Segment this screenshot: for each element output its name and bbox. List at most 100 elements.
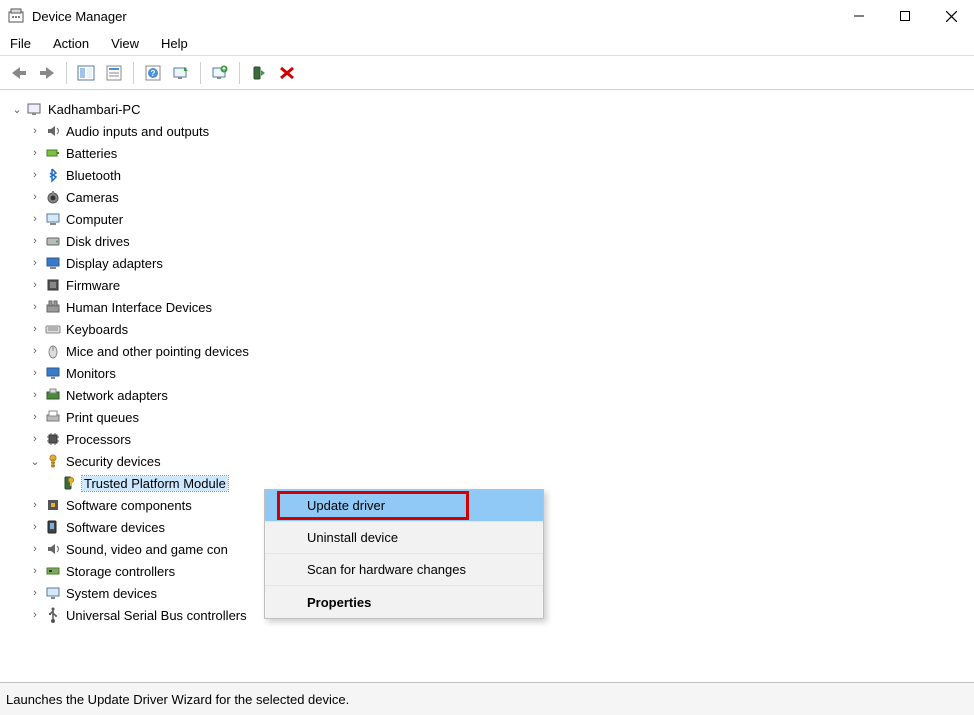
tree-category-label: Print queues <box>66 410 139 425</box>
expander-closed-icon[interactable]: › <box>28 168 42 182</box>
tree-category-label: Mice and other pointing devices <box>66 344 249 359</box>
software-devices-icon <box>44 518 62 536</box>
computer-icon <box>44 210 62 228</box>
tree-category-label: Sound, video and game con <box>66 542 228 557</box>
usb-icon <box>44 606 62 624</box>
scan-hardware-button[interactable] <box>168 60 194 86</box>
tree-category-label: Software devices <box>66 520 165 535</box>
tree-category-label: Human Interface Devices <box>66 300 212 315</box>
storage-controller-icon <box>44 562 62 580</box>
system-devices-icon <box>44 584 62 602</box>
expander-closed-icon[interactable]: › <box>28 388 42 402</box>
tree-category-label: Monitors <box>66 366 116 381</box>
uninstall-device-button[interactable] <box>274 60 300 86</box>
tree-category[interactable]: › Keyboards <box>28 318 974 340</box>
tree-category[interactable]: › Disk drives <box>28 230 974 252</box>
titlebar: Device Manager <box>0 0 974 32</box>
maximize-button[interactable] <box>882 0 928 32</box>
help-button[interactable]: ? <box>140 60 166 86</box>
print-queue-icon <box>44 408 62 426</box>
context-menu-properties[interactable]: Properties <box>265 586 543 618</box>
expander-closed-icon[interactable]: › <box>28 344 42 358</box>
bluetooth-icon <box>44 166 62 184</box>
tree-category[interactable]: › Processors <box>28 428 974 450</box>
expander-closed-icon[interactable]: › <box>28 498 42 512</box>
expander-closed-icon[interactable]: › <box>28 146 42 160</box>
tree-category-label: Storage controllers <box>66 564 175 579</box>
menu-file[interactable]: File <box>10 36 31 51</box>
forward-button[interactable] <box>34 60 60 86</box>
expander-closed-icon[interactable]: › <box>28 300 42 314</box>
expander-closed-icon[interactable]: › <box>28 520 42 534</box>
expander-closed-icon[interactable]: › <box>28 410 42 424</box>
tree-category-security[interactable]: ⌄ Security devices <box>28 450 974 472</box>
expander-closed-icon[interactable]: › <box>28 542 42 556</box>
tree-category[interactable]: › Firmware <box>28 274 974 296</box>
mouse-icon <box>44 342 62 360</box>
context-menu-uninstall-device[interactable]: Uninstall device <box>265 522 543 554</box>
expander-closed-icon[interactable]: › <box>28 432 42 446</box>
tree-device-label: Trusted Platform Module <box>82 476 228 491</box>
expander-closed-icon[interactable]: › <box>28 190 42 204</box>
expander-closed-icon[interactable]: › <box>28 608 42 622</box>
tree-category-label: Network adapters <box>66 388 168 403</box>
keyboard-icon <box>44 320 62 338</box>
expander-closed-icon[interactable]: › <box>28 322 42 336</box>
expander-open-icon[interactable]: ⌄ <box>28 454 42 468</box>
hid-icon <box>44 298 62 316</box>
tree-category[interactable]: › Print queues <box>28 406 974 428</box>
tree-category[interactable]: › Bluetooth <box>28 164 974 186</box>
statusbar: Launches the Update Driver Wizard for th… <box>0 683 974 715</box>
tree-category[interactable]: › Mice and other pointing devices <box>28 340 974 362</box>
firmware-icon <box>44 276 62 294</box>
tree-category-label: System devices <box>66 586 157 601</box>
tree-category[interactable]: › Cameras <box>28 186 974 208</box>
expander-closed-icon[interactable]: › <box>28 212 42 226</box>
tree-category-label: Disk drives <box>66 234 130 249</box>
battery-icon <box>44 144 62 162</box>
minimize-button[interactable] <box>836 0 882 32</box>
tree-category[interactable]: › Network adapters <box>28 384 974 406</box>
show-hide-console-button[interactable] <box>73 60 99 86</box>
menubar: File Action View Help <box>0 32 974 56</box>
tree-category[interactable]: › Computer <box>28 208 974 230</box>
tree-category[interactable]: › Human Interface Devices <box>28 296 974 318</box>
display-adapter-icon <box>44 254 62 272</box>
menu-help[interactable]: Help <box>161 36 188 51</box>
processor-icon <box>44 430 62 448</box>
context-menu-update-driver[interactable]: Update driver <box>265 490 543 522</box>
network-icon <box>44 386 62 404</box>
expander-closed-icon[interactable]: › <box>28 256 42 270</box>
monitor-icon <box>44 364 62 382</box>
tree-category-label: Security devices <box>66 454 161 469</box>
back-button[interactable] <box>6 60 32 86</box>
window-title: Device Manager <box>32 9 127 24</box>
context-menu-scan-hardware[interactable]: Scan for hardware changes <box>265 554 543 586</box>
menu-view[interactable]: View <box>111 36 139 51</box>
enable-device-button[interactable] <box>246 60 272 86</box>
tree-category[interactable]: › Audio inputs and outputs <box>28 120 974 142</box>
expander-closed-icon[interactable]: › <box>28 278 42 292</box>
close-button[interactable] <box>928 0 974 32</box>
tree-category[interactable]: › Batteries <box>28 142 974 164</box>
tree-category-label: Firmware <box>66 278 120 293</box>
menu-action[interactable]: Action <box>53 36 89 51</box>
tree-category-label: Display adapters <box>66 256 163 271</box>
expander-open-icon[interactable]: ⌄ <box>10 102 24 116</box>
expander-closed-icon[interactable]: › <box>28 586 42 600</box>
expander-closed-icon[interactable]: › <box>28 234 42 248</box>
tree-category[interactable]: › Monitors <box>28 362 974 384</box>
tree-category[interactable]: › Display adapters <box>28 252 974 274</box>
tree-root[interactable]: ⌄ Kadhambari-PC <box>10 98 974 120</box>
properties-button[interactable] <box>101 60 127 86</box>
expander-closed-icon[interactable]: › <box>28 564 42 578</box>
update-driver-button[interactable] <box>207 60 233 86</box>
tpm-device-icon <box>60 474 78 492</box>
tree-category-label: Cameras <box>66 190 119 205</box>
tree-category-label: Batteries <box>66 146 117 161</box>
expander-closed-icon[interactable]: › <box>28 124 42 138</box>
toolbar-separator <box>200 62 201 84</box>
disk-icon <box>44 232 62 250</box>
expander-closed-icon[interactable]: › <box>28 366 42 380</box>
toolbar-separator <box>133 62 134 84</box>
